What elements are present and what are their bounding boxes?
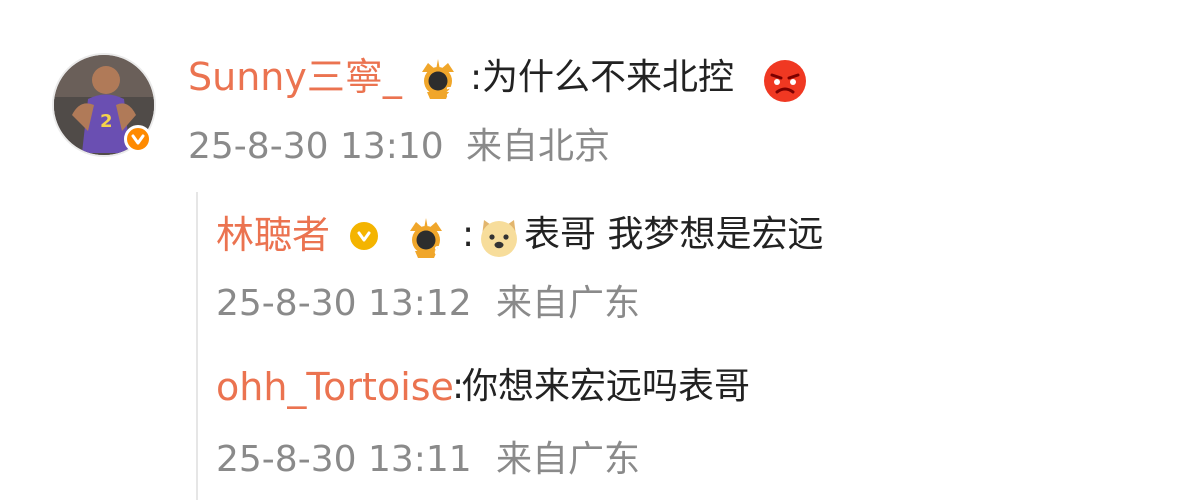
verified-badge-icon [124, 125, 152, 153]
main-comment-timestamp: 25-8-30 13:10 [188, 126, 444, 167]
rank-badge-number: 8 [434, 244, 442, 258]
main-comment-text: 为什么不来北控 [482, 57, 735, 98]
main-comment-avatar-wrap[interactable]: 2 [52, 53, 156, 157]
reply-text: 表哥 我梦想是宏远 [524, 214, 824, 255]
reply-thread-divider [196, 192, 198, 500]
doge-icon [476, 214, 522, 260]
reply-text: 你想来宏远吗表哥 [462, 366, 751, 407]
rank-badge-number: 2 [446, 85, 454, 99]
verified-badge-icon [350, 222, 378, 250]
main-comment-location: 来自北京 [466, 126, 611, 167]
reply-username[interactable]: ohh_Tortoise [216, 365, 454, 409]
reply-separator: : [462, 214, 475, 255]
reply-username[interactable]: 林聴者 [216, 213, 330, 257]
angry-face-icon [762, 58, 808, 104]
reply-timestamp: 25-8-30 13:11 [216, 439, 472, 480]
main-comment-username[interactable]: Sunny三寧_ [188, 55, 402, 99]
rank-crown-badge-icon: 2 [412, 54, 464, 100]
reply-location: 来自广东 [496, 439, 641, 480]
svg-text:2: 2 [100, 111, 113, 132]
reply-timestamp: 25-8-30 13:12 [216, 283, 472, 324]
main-comment-separator: : [470, 57, 483, 98]
reply-location: 来自广东 [496, 283, 641, 324]
rank-crown-badge-icon: 8 [400, 213, 452, 259]
